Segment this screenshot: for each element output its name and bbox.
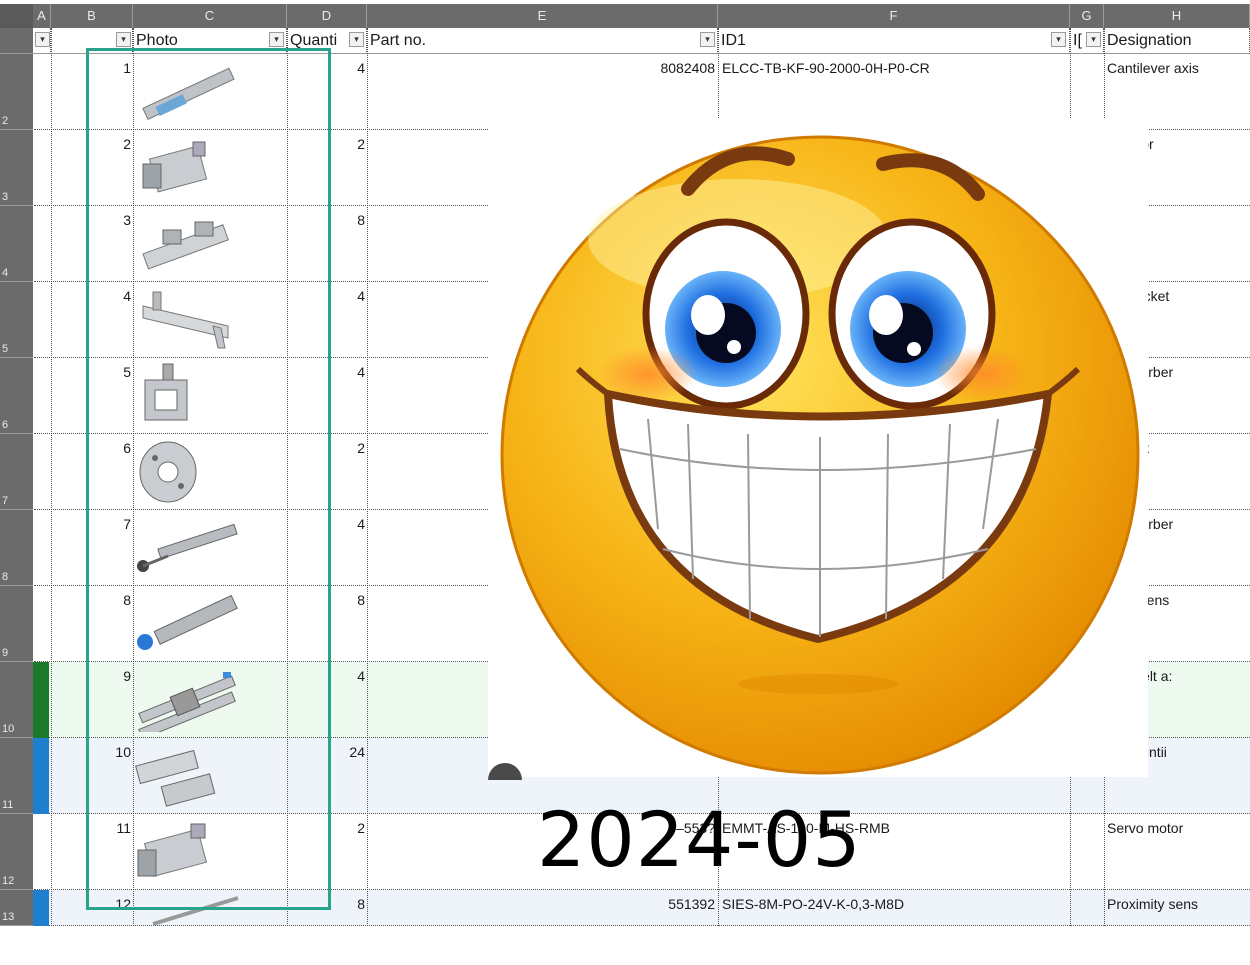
row-color-band <box>33 662 49 738</box>
row-header[interactable]: 3 <box>0 130 33 206</box>
part-no-cell[interactable]: 8082408 <box>367 60 715 76</box>
id1-cell[interactable]: ELCC-TB-KF-90-2000-0H-P0-CR <box>722 60 1062 76</box>
filter-dropdown-b-icon[interactable]: ▾ <box>116 32 131 47</box>
row-header[interactable]: 6 <box>0 358 33 434</box>
column-header-b[interactable]: B <box>51 4 133 28</box>
column-header-e[interactable]: E <box>367 4 718 28</box>
filter-dropdown-c-icon[interactable]: ▾ <box>269 32 284 47</box>
part-no-cell[interactable]: 551392 <box>367 896 715 912</box>
column-header-h[interactable]: H <box>1104 4 1250 28</box>
row-number: 6 <box>2 419 9 431</box>
column-header-f[interactable]: F <box>718 4 1070 28</box>
filter-dropdown-f-icon[interactable]: ▾ <box>1051 32 1066 47</box>
row-number: 10 <box>2 723 15 735</box>
row-number: 4 <box>2 267 9 279</box>
row-header[interactable]: 11 <box>0 738 33 814</box>
row-color-band <box>33 890 49 926</box>
header-part-no[interactable]: Part no. <box>367 28 718 54</box>
row-header[interactable]: 5 <box>0 282 33 358</box>
row-header[interactable]: 13 <box>0 890 33 926</box>
designation-cell[interactable]: Proximity sens <box>1107 896 1250 912</box>
filter-dropdown-g-icon[interactable]: ▾ <box>1086 32 1101 47</box>
row-number: 8 <box>2 571 9 583</box>
select-all-corner[interactable] <box>0 4 33 28</box>
smiley-face-icon <box>500 135 1140 775</box>
row-header[interactable]: 7 <box>0 434 33 510</box>
header-id1[interactable]: ID1 <box>718 28 1070 54</box>
column-header-c[interactable]: C <box>133 4 287 28</box>
row-header[interactable]: 8 <box>0 510 33 586</box>
row-header[interactable]: 10 <box>0 662 33 738</box>
id1-cell[interactable]: SIES-8M-PO-24V-K-0,3-M8D <box>722 896 1062 912</box>
row-number: 13 <box>2 911 15 923</box>
smiley-overlay-image <box>488 119 1148 777</box>
row-number: 11 <box>2 799 14 811</box>
designation-cell[interactable]: Servo motor <box>1107 820 1250 836</box>
filter-dropdown-e-icon[interactable]: ▾ <box>700 32 715 47</box>
filter-dropdown-a-icon[interactable]: ▾ <box>35 32 50 47</box>
row-header[interactable]: 4 <box>0 206 33 282</box>
row-header-1[interactable] <box>0 28 33 54</box>
row-header[interactable]: 9 <box>0 586 33 662</box>
column-header-d[interactable]: D <box>287 4 367 28</box>
row-number: 7 <box>2 495 9 507</box>
header-designation[interactable]: Designation <box>1104 28 1250 54</box>
selection-highlight <box>86 48 331 910</box>
row-number: 5 <box>2 343 9 355</box>
filter-dropdown-d-icon[interactable]: ▾ <box>349 32 364 47</box>
row-number: 9 <box>2 647 9 659</box>
row-number: 3 <box>2 191 9 203</box>
row-number: 12 <box>2 875 15 887</box>
column-header-g[interactable]: G <box>1070 4 1104 28</box>
row-header[interactable]: 2 <box>0 54 33 130</box>
row-number: 2 <box>2 115 9 127</box>
row-header[interactable]: 12 <box>0 814 33 890</box>
row-color-band <box>33 738 49 814</box>
spreadsheet: A B C D E F G H Photo Quanti Part no. ID… <box>0 0 1250 926</box>
column-header-a[interactable]: A <box>33 4 51 28</box>
designation-cell[interactable]: Cantilever axis <box>1107 60 1250 76</box>
date-stamp: 2024-05 <box>537 795 862 884</box>
